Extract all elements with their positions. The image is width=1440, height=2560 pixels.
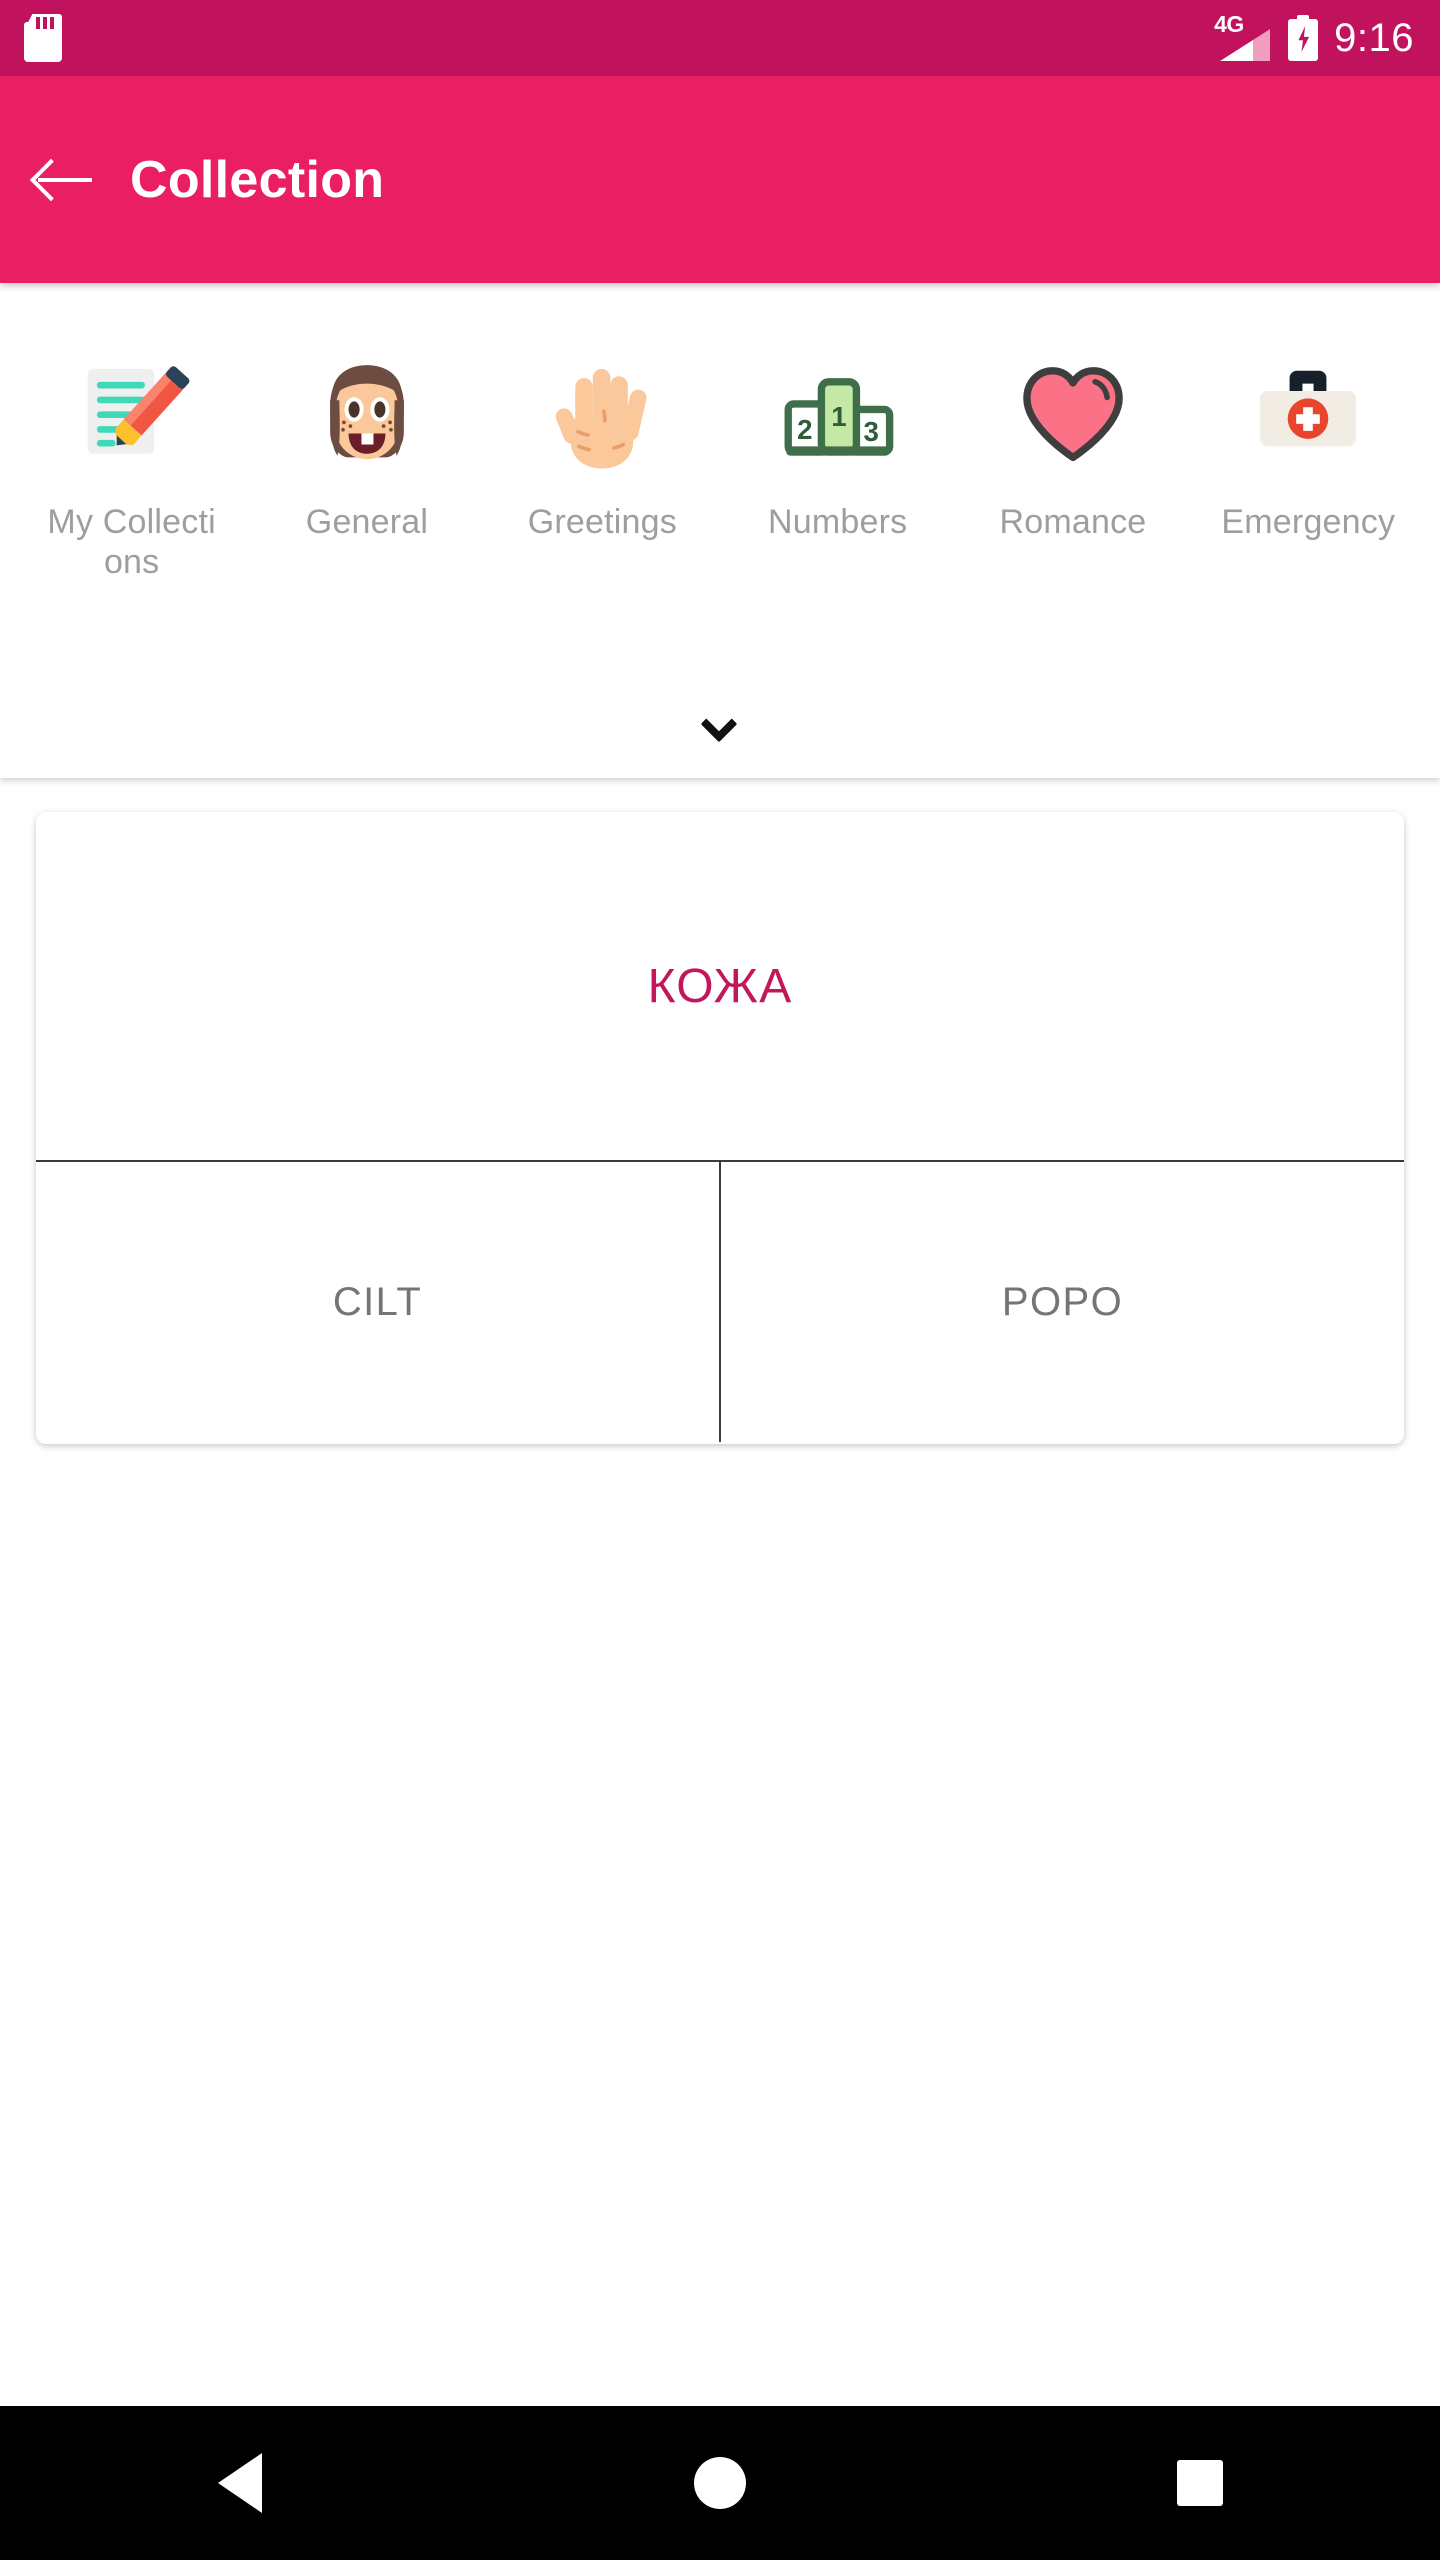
- svg-text:2: 2: [797, 414, 812, 445]
- memo-pencil-icon: [52, 335, 212, 495]
- battery-charging-icon: [1288, 15, 1319, 61]
- flashcard[interactable]: КОЖА CILT POPO: [36, 812, 1404, 1444]
- expand-categories-button[interactable]: [0, 668, 1440, 778]
- android-nav-bar: [0, 2406, 1440, 2560]
- answer-option-right[interactable]: POPO: [719, 1162, 1404, 1442]
- flashcard-term-area: КОЖА: [36, 812, 1404, 1162]
- nav-back-triangle-icon: [218, 2453, 262, 2513]
- category-label: My Collections: [47, 503, 216, 581]
- category-label: General: [305, 503, 429, 541]
- status-bar-clock: 9:16: [1334, 15, 1414, 60]
- nav-recents-square-icon: [1177, 2460, 1223, 2506]
- status-bar-left: [24, 14, 62, 62]
- category-label: Greetings: [527, 503, 677, 541]
- sd-card-icon: [24, 14, 62, 62]
- girl-face-icon: [287, 335, 447, 495]
- svg-text:1: 1: [831, 401, 846, 432]
- nav-home-circle-icon: [694, 2457, 746, 2509]
- category-item-general[interactable]: General: [249, 335, 484, 543]
- category-row: My Collections General Greetings 2 1 3 N…: [0, 335, 1440, 583]
- status-bar-right: 4G 9:16: [1214, 13, 1414, 61]
- category-item-romance[interactable]: Romance: [955, 335, 1190, 543]
- nav-back-button[interactable]: [0, 2406, 480, 2560]
- app-bar: Collection: [0, 76, 1440, 283]
- category-item-greetings[interactable]: Greetings: [485, 335, 720, 543]
- nav-recents-button[interactable]: [960, 2406, 1440, 2560]
- category-panel: My Collections General Greetings 2 1 3 N…: [0, 283, 1440, 778]
- status-bar: 4G 9:16: [0, 0, 1440, 76]
- raised-hand-icon: [522, 335, 682, 495]
- svg-text:3: 3: [863, 416, 878, 447]
- heart-icon: [993, 335, 1153, 495]
- arrow-left-icon: [29, 157, 94, 203]
- answer-label: POPO: [1001, 1279, 1124, 1324]
- category-item-emergency[interactable]: Emergency: [1191, 335, 1426, 543]
- category-label: Romance: [999, 503, 1147, 541]
- back-button[interactable]: [0, 76, 130, 283]
- first-aid-kit-icon: [1228, 335, 1388, 495]
- category-item-my-collections[interactable]: My Collections: [14, 335, 249, 583]
- page-title: Collection: [130, 150, 385, 209]
- answer-label: CILT: [332, 1279, 423, 1324]
- phone-screen: 4G 9:16 Collection My Collections Genera…: [0, 0, 1440, 2560]
- flashcard-answers: CILT POPO: [36, 1162, 1404, 1442]
- signal-bars-icon: 4G: [1214, 13, 1272, 61]
- podium-icon: 2 1 3: [758, 335, 918, 495]
- chevron-down-icon: [698, 705, 742, 743]
- category-label: Numbers: [767, 503, 908, 541]
- flashcard-term: КОЖА: [647, 959, 793, 1013]
- nav-home-button[interactable]: [480, 2406, 960, 2560]
- category-item-numbers[interactable]: 2 1 3 Numbers: [720, 335, 955, 543]
- category-label: Emergency: [1221, 503, 1396, 541]
- answer-option-left[interactable]: CILT: [36, 1162, 719, 1442]
